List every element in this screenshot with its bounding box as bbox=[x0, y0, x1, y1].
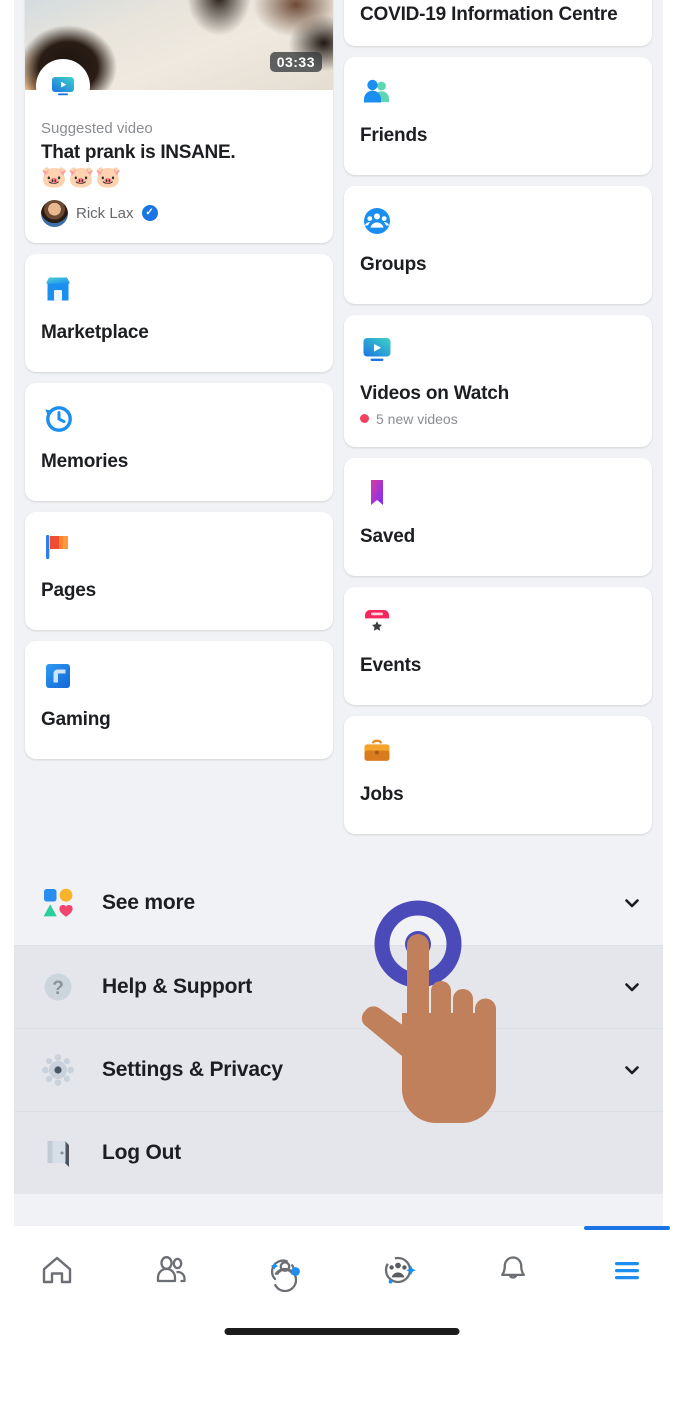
video-title-emojis: 🐷🐷🐷 bbox=[41, 165, 123, 189]
hamburger-menu-icon bbox=[607, 1250, 647, 1295]
memories-icon bbox=[41, 401, 75, 435]
shortcut-card-grid: 03:33 Suggested video That prank is INSA… bbox=[14, 0, 663, 834]
video-author-row[interactable]: Rick Lax ✓ bbox=[41, 199, 317, 227]
phone-screen: 03:33 Suggested video That prank is INSA… bbox=[0, 0, 684, 1416]
watch-icon bbox=[360, 333, 394, 367]
menu-row-label: Settings & Privacy bbox=[102, 1057, 283, 1081]
groups-icon bbox=[360, 204, 394, 238]
shortcut-card-events[interactable]: Events bbox=[344, 586, 652, 705]
jobs-briefcase-icon bbox=[360, 734, 394, 768]
shortcut-card-covid[interactable]: COVID-19 Information Centre bbox=[344, 0, 652, 46]
suggested-video-card[interactable]: 03:33 Suggested video That prank is INSA… bbox=[25, 0, 333, 243]
video-duration-badge: 03:33 bbox=[269, 52, 322, 72]
menu-row-settings-privacy[interactable]: Settings & Privacy bbox=[14, 1027, 663, 1111]
verified-badge-icon: ✓ bbox=[141, 205, 158, 222]
home-icon bbox=[37, 1250, 77, 1295]
menu-scroll-area[interactable]: 03:33 Suggested video That prank is INSA… bbox=[14, 0, 663, 1226]
shortcut-label: Marketplace bbox=[41, 321, 149, 343]
menu-row-see-more[interactable]: See more bbox=[14, 861, 663, 945]
shortcut-label: Friends bbox=[360, 124, 428, 146]
shortcut-card-friends[interactable]: Friends bbox=[344, 56, 652, 175]
shortcut-column-left: 03:33 Suggested video That prank is INSA… bbox=[25, 0, 333, 759]
home-indicator bbox=[224, 1328, 460, 1335]
log-out-door-icon bbox=[40, 1135, 76, 1171]
chevron-down-icon[interactable] bbox=[621, 976, 643, 998]
nav-tab-menu[interactable] bbox=[570, 1226, 684, 1318]
chevron-down-icon[interactable] bbox=[621, 1059, 643, 1081]
pages-flag-icon bbox=[41, 530, 75, 564]
shortcut-label: Gaming bbox=[41, 708, 111, 730]
watch-new-videos-badge: 5 new videos bbox=[360, 411, 636, 427]
bell-icon bbox=[493, 1250, 533, 1295]
events-calendar-icon bbox=[360, 605, 394, 639]
video-thumbnail[interactable]: 03:33 bbox=[25, 0, 333, 110]
video-title: That prank is INSANE. bbox=[41, 142, 236, 163]
gaming-icon bbox=[41, 659, 75, 693]
see-more-shapes-icon bbox=[40, 885, 76, 921]
menu-row-help-support[interactable]: ? Help & Support bbox=[14, 944, 663, 1028]
menu-row-log-out[interactable]: Log Out bbox=[14, 1110, 663, 1194]
shortcut-label: COVID-19 Information Centre bbox=[360, 4, 618, 25]
new-videos-dot-icon bbox=[360, 414, 369, 424]
menu-row-label: Help & Support bbox=[102, 974, 253, 998]
marketplace-icon bbox=[41, 272, 75, 306]
profile-sparkle-icon bbox=[263, 1248, 307, 1297]
shortcut-label: Saved bbox=[360, 525, 415, 547]
nav-tab-notifications[interactable] bbox=[456, 1226, 570, 1318]
friends-outline-icon bbox=[151, 1250, 191, 1295]
menu-row-label: See more bbox=[102, 891, 195, 915]
shortcut-card-marketplace[interactable]: Marketplace bbox=[25, 253, 333, 372]
svg-text:?: ? bbox=[52, 978, 64, 999]
chevron-down-icon[interactable] bbox=[621, 892, 643, 914]
shortcut-card-gaming[interactable]: Gaming bbox=[25, 640, 333, 759]
shortcut-card-jobs[interactable]: Jobs bbox=[344, 715, 652, 834]
saved-bookmark-icon bbox=[360, 476, 394, 510]
video-kicker: Suggested video bbox=[41, 120, 153, 137]
shortcut-label: Jobs bbox=[360, 783, 404, 805]
shortcut-column-right: COVID-19 Information Centre Friends Grou… bbox=[344, 0, 652, 834]
help-question-icon: ? bbox=[40, 969, 76, 1005]
shortcut-label: Pages bbox=[41, 579, 96, 601]
friends-icon bbox=[360, 75, 394, 109]
shortcut-label: Videos on Watch bbox=[360, 382, 510, 404]
groups-sparkle-icon bbox=[377, 1248, 421, 1297]
shortcut-card-saved[interactable]: Saved bbox=[344, 457, 652, 576]
nav-tab-groups[interactable] bbox=[342, 1226, 456, 1318]
shortcut-card-pages[interactable]: Pages bbox=[25, 511, 333, 630]
watch-new-videos-label: 5 new videos bbox=[376, 410, 458, 427]
nav-tab-profile[interactable] bbox=[228, 1226, 342, 1318]
shortcut-card-groups[interactable]: Groups bbox=[344, 185, 652, 304]
video-author-name: Rick Lax bbox=[76, 204, 134, 222]
menu-row-list: See more ? Help & Support Settings & Pri… bbox=[14, 861, 663, 1194]
shortcut-card-videos-on-watch[interactable]: Videos on Watch 5 new videos bbox=[344, 314, 652, 447]
shortcut-label: Groups bbox=[360, 253, 427, 275]
bottom-navigation-bar bbox=[0, 1226, 684, 1318]
shortcut-label: Memories bbox=[41, 450, 129, 472]
shortcut-card-memories[interactable]: Memories bbox=[25, 382, 333, 501]
shortcut-label: Events bbox=[360, 654, 422, 676]
watch-video-icon bbox=[39, 62, 87, 110]
avatar bbox=[41, 199, 68, 227]
settings-gear-icon bbox=[40, 1052, 76, 1088]
video-card-body: Suggested video That prank is INSANE. 🐷🐷… bbox=[25, 90, 333, 243]
nav-tab-friends[interactable] bbox=[114, 1226, 228, 1318]
nav-tab-home[interactable] bbox=[0, 1226, 114, 1318]
menu-row-label: Log Out bbox=[102, 1140, 182, 1164]
